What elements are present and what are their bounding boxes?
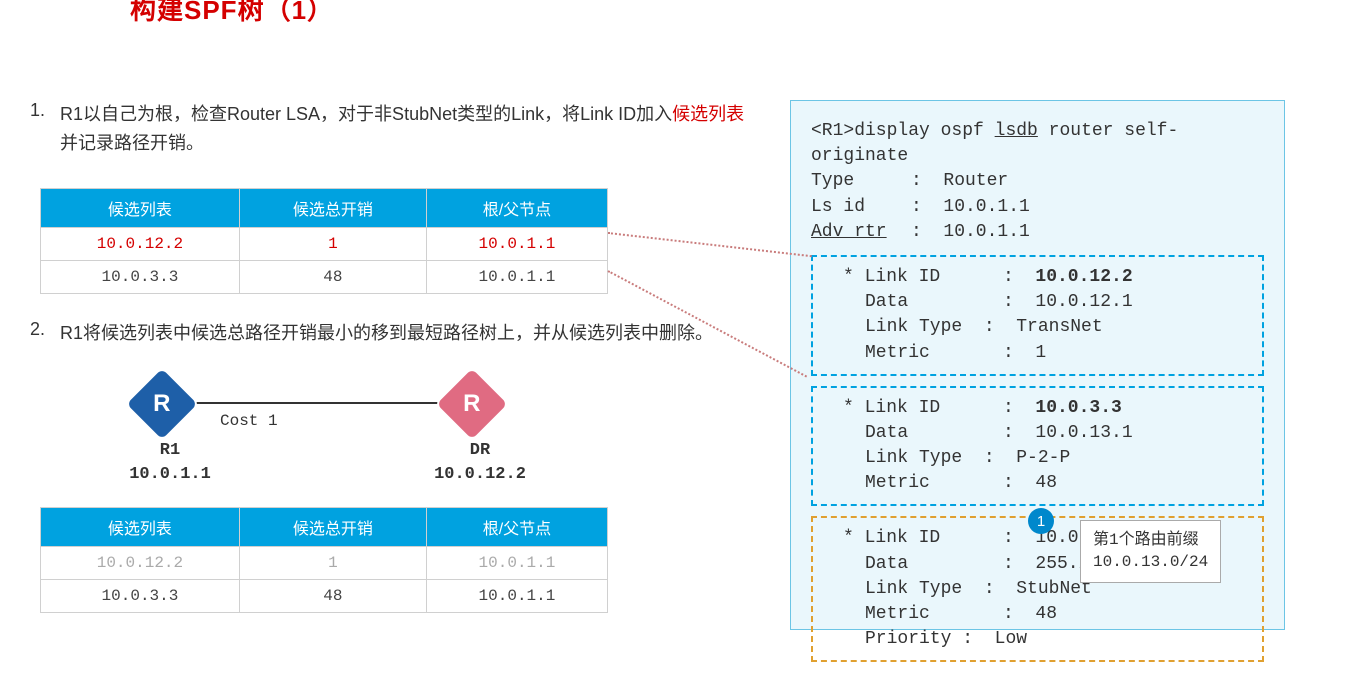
link-metric-value: 48 [1035,604,1057,624]
cell-cost: 1 [239,547,426,580]
step-1-text-before: R1以自己为根，检查Router LSA，对于非StubNet类型的Link，将… [60,104,672,124]
step-2: 2. R1将候选列表中候选总路径开销最小的移到最短路径树上，并从候选列表中删除。 [30,319,750,348]
router-r1-icon: R [124,366,200,442]
link-metric-value: 48 [1035,473,1057,493]
th-candidate: 候选列表 [41,508,240,547]
type-label: Type [811,169,911,194]
table-row: 10.0.3.3 48 10.0.1.1 [41,260,608,293]
step-2-text: R1将候选列表中候选总路径开销最小的移到最短路径树上，并从候选列表中删除。 [60,319,750,348]
link-type-value: P-2-P [1016,448,1070,468]
lsid-label: Ls id [811,195,911,220]
step-1: 1. R1以自己为根，检查Router LSA，对于非StubNet类型的Lin… [30,100,750,158]
cell-cost: 48 [239,580,426,613]
link-id-line: * Link ID: 10.0.12.2 [843,265,1242,290]
lsdb-type-line: Type: Router [811,169,1264,194]
link-data-label: Data [843,552,1003,577]
th-cost: 候选总开销 [239,188,426,227]
r1-id: 10.0.1.1 [125,463,215,487]
cell-cost: 48 [239,260,426,293]
annotation-line-1: 第1个路由前缀 [1093,529,1208,551]
step-1-highlight: 候选列表 [672,104,744,124]
cell-parent: 10.0.1.1 [426,547,607,580]
cell-parent: 10.0.1.1 [426,260,607,293]
type-value: Router [943,171,1008,191]
link-type-line: Link Type : TransNet [843,315,1242,340]
lsdb-lsid-line: Ls id: 10.0.1.1 [811,195,1264,220]
page-title: 构建SPF树（1） [130,0,334,27]
th-cost: 候选总开销 [239,508,426,547]
step-2-number: 2. [30,319,60,340]
step-1-text: R1以自己为根，检查Router LSA，对于非StubNet类型的Link，将… [60,100,750,158]
table-header-row: 候选列表 候选总开销 根/父节点 [41,508,608,547]
link-box-2: * Link ID: 10.0.3.3 Data: 10.0.13.1 Link… [811,386,1264,507]
cmd-prefix: <R1>display ospf [811,121,995,141]
cell-candidate: 10.0.3.3 [41,260,240,293]
lsid-value: 10.0.1.1 [943,197,1029,217]
left-column: 1. R1以自己为根，检查Router LSA，对于非StubNet类型的Lin… [30,100,750,638]
link-metric-label: Metric [843,341,1003,366]
annotation-line-2: 10.0.13.0/24 [1093,551,1208,573]
adv-value: 10.0.1.1 [943,222,1029,242]
link-box-1: * Link ID: 10.0.12.2 Data: 10.0.12.1 Lin… [811,255,1264,376]
link-id-label: * Link ID [843,526,1003,551]
table-row: 10.0.12.2 1 10.0.1.1 [41,227,608,260]
link-data-value: 10.0.13.1 [1035,423,1132,443]
link-metric-value: 1 [1035,343,1046,363]
r1-name: R1 [125,439,215,463]
cell-parent: 10.0.1.1 [426,227,607,260]
cell-cost: 1 [239,227,426,260]
lsdb-adv-line: Adv rtr: 10.0.1.1 [811,220,1264,245]
cmd-lsdb: lsdb [995,121,1038,141]
link-type-line: Link Type : P-2-P [843,446,1242,471]
th-parent: 根/父节点 [426,508,607,547]
link-data-label: Data [843,290,1003,315]
link-priority-line: Priority : Low [843,627,1242,652]
table-row: 10.0.12.2 1 10.0.1.1 [41,547,608,580]
link-metric-line: Metric: 1 [843,341,1242,366]
table-header-row: 候选列表 候选总开销 根/父节点 [41,188,608,227]
link-metric-line: Metric: 48 [843,471,1242,496]
link-metric-label: Metric [843,471,1003,496]
cell-parent: 10.0.1.1 [426,580,607,613]
link-data-label: Data [843,421,1003,446]
cost-label: Cost 1 [220,412,278,430]
link-type-label: Link Type [843,317,962,337]
dr-id: 10.0.12.2 [420,463,540,487]
table-row: 10.0.3.3 48 10.0.1.1 [41,580,608,613]
link-type-label: Link Type [843,579,962,599]
annotation-badge-1: 1 [1028,508,1054,534]
link-priority-label: Priority [843,629,951,649]
link-priority-value: Low [995,629,1027,649]
candidate-table-1: 候选列表 候选总开销 根/父节点 10.0.12.2 1 10.0.1.1 10… [40,188,608,294]
link-id-line: * Link ID: 10.0.3.3 [843,396,1242,421]
candidate-table-2: 候选列表 候选总开销 根/父节点 10.0.12.2 1 10.0.1.1 10… [40,507,608,613]
link-id-label: * Link ID [843,265,1003,290]
topology-link-line [185,402,440,404]
link-id-value: 10.0.3.3 [1035,398,1121,418]
link-metric-line: Metric: 48 [843,602,1242,627]
dr-name: DR [420,439,540,463]
link-id-label: * Link ID [843,396,1003,421]
r1-label: R1 10.0.1.1 [125,439,215,487]
link-data-line: Data: 10.0.12.1 [843,290,1242,315]
topology-diagram: R R Cost 1 R1 10.0.1.1 DR 10.0.12.2 [90,377,750,497]
link-id-value: 10.0.12.2 [1035,267,1132,287]
link-metric-label: Metric [843,602,1003,627]
adv-label: Adv rtr [811,220,911,245]
link-type-label: Link Type [843,448,962,468]
link-data-line: Data: 10.0.13.1 [843,421,1242,446]
step-1-text-after: 并记录路径开销。 [60,133,204,153]
dr-label: DR 10.0.12.2 [420,439,540,487]
cell-candidate: 10.0.12.2 [41,547,240,580]
link-data-value: 10.0.12.1 [1035,292,1132,312]
cell-candidate: 10.0.12.2 [41,227,240,260]
th-candidate: 候选列表 [41,188,240,227]
step-1-number: 1. [30,100,60,121]
annotation-box-1: 第1个路由前缀 10.0.13.0/24 [1080,520,1221,583]
th-parent: 根/父节点 [426,188,607,227]
lsdb-command: <R1>display ospf lsdb router self-origin… [811,119,1264,169]
cell-candidate: 10.0.3.3 [41,580,240,613]
link-type-value: TransNet [1016,317,1102,337]
router-dr-icon: R [434,366,510,442]
